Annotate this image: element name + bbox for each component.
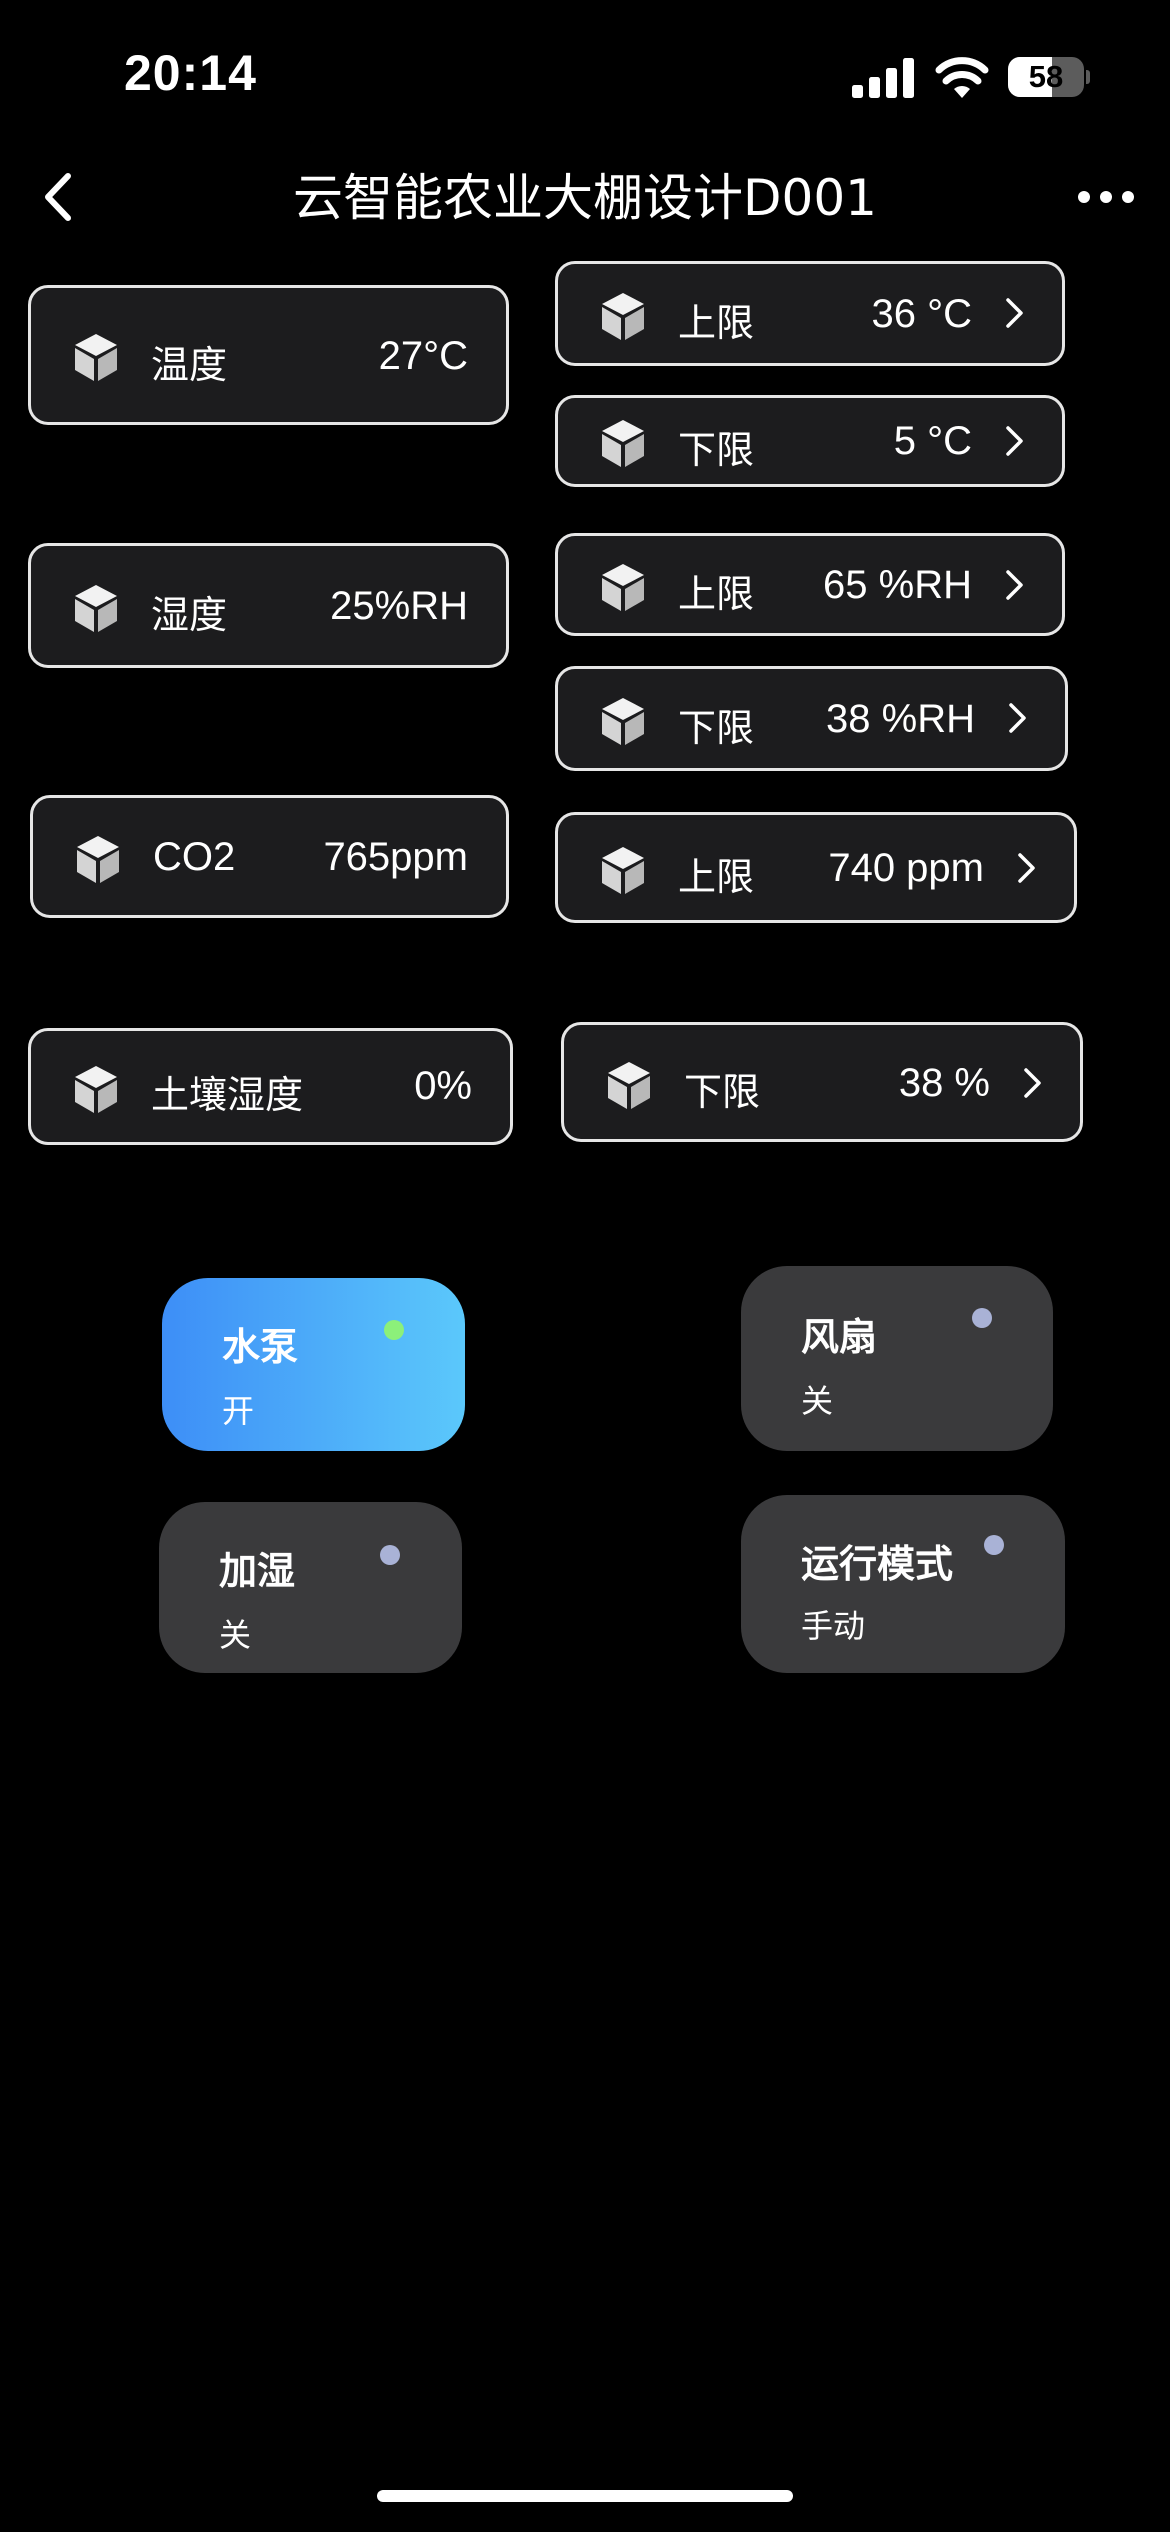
control-name: 加湿 xyxy=(219,1549,296,1593)
chevron-right-icon xyxy=(1004,568,1026,602)
cube-icon xyxy=(71,1064,121,1114)
control-name: 风扇 xyxy=(801,1315,878,1359)
temperature-upper-limit[interactable]: 上限 36 °C xyxy=(555,261,1065,366)
more-options-button[interactable] xyxy=(1078,186,1134,208)
soil-lower-limit[interactable]: 下限 38 % xyxy=(561,1022,1083,1142)
limit-value: 36 °C xyxy=(871,292,973,336)
back-button[interactable] xyxy=(36,168,84,226)
home-indicator[interactable] xyxy=(377,2490,793,2502)
soil-moisture-card: 土壤湿度 0% xyxy=(28,1028,513,1145)
status-dot xyxy=(972,1308,992,1328)
cube-icon xyxy=(598,696,648,746)
battery-percentage: 58 xyxy=(1028,59,1064,94)
control-name: 运行模式 xyxy=(801,1542,954,1586)
humidifier-toggle[interactable]: 加湿 关 xyxy=(159,1502,462,1673)
control-state: 开 xyxy=(222,1392,255,1430)
cube-icon xyxy=(73,834,123,884)
temperature-card: 温度 27°C xyxy=(28,285,509,425)
sensor-value: 25%RH xyxy=(330,584,468,628)
co2-upper-limit[interactable]: 上限 740 ppm xyxy=(555,812,1077,923)
wifi-icon xyxy=(935,57,989,98)
co2-card: CO2 765ppm xyxy=(30,795,509,918)
humidity-lower-limit[interactable]: 下限 38 %RH xyxy=(555,666,1068,771)
cube-icon xyxy=(598,291,648,341)
page-title: 云智能农业大棚设计D001 xyxy=(293,169,877,227)
limit-value: 38 % xyxy=(898,1061,990,1105)
limit-label: 上限 xyxy=(678,301,755,345)
sensor-label: 温度 xyxy=(151,343,228,387)
cube-icon xyxy=(598,418,648,468)
cube-icon xyxy=(598,845,648,895)
chevron-right-icon xyxy=(1004,424,1026,458)
run-mode-toggle[interactable]: 运行模式 手动 xyxy=(741,1495,1065,1673)
status-dot xyxy=(380,1545,400,1565)
limit-value: 740 ppm xyxy=(828,846,984,890)
chevron-right-icon xyxy=(1022,1066,1044,1100)
chevron-right-icon xyxy=(1016,851,1038,885)
limit-label: 上限 xyxy=(678,855,755,899)
chevron-right-icon xyxy=(1004,296,1026,330)
limit-value: 38 %RH xyxy=(826,697,975,741)
sensor-label: 湿度 xyxy=(151,593,228,637)
humidity-upper-limit[interactable]: 上限 65 %RH xyxy=(555,533,1065,636)
status-dot xyxy=(384,1320,404,1340)
cube-icon xyxy=(71,583,121,633)
cube-icon xyxy=(604,1060,654,1110)
cube-icon xyxy=(598,562,648,612)
battery-icon: 58 xyxy=(1008,57,1090,97)
control-name: 水泵 xyxy=(222,1325,299,1369)
control-state: 手动 xyxy=(801,1607,866,1645)
humidity-card: 湿度 25%RH xyxy=(28,543,509,668)
limit-label: 下限 xyxy=(684,1070,761,1114)
limit-value: 65 %RH xyxy=(823,563,972,607)
sensor-label: 土壤湿度 xyxy=(151,1073,304,1117)
limit-label: 下限 xyxy=(678,428,755,472)
control-state: 关 xyxy=(219,1616,252,1654)
sensor-value: 0% xyxy=(414,1064,472,1108)
limit-label: 下限 xyxy=(678,706,755,750)
cellular-signal-icon xyxy=(852,58,914,98)
temperature-lower-limit[interactable]: 下限 5 °C xyxy=(555,395,1065,487)
more-icon xyxy=(1078,191,1090,203)
status-time: 20:14 xyxy=(124,45,257,101)
limit-label: 上限 xyxy=(678,572,755,616)
status-dot xyxy=(984,1535,1004,1555)
limit-value: 5 °C xyxy=(893,419,972,463)
chevron-right-icon xyxy=(1007,701,1029,735)
sensor-value: 27°C xyxy=(378,334,468,378)
fan-toggle[interactable]: 风扇 关 xyxy=(741,1266,1053,1451)
sensor-value: 765ppm xyxy=(323,835,468,879)
control-state: 关 xyxy=(801,1382,834,1420)
sensor-label: CO2 xyxy=(153,835,236,879)
pump-toggle[interactable]: 水泵 开 xyxy=(162,1278,465,1451)
cube-icon xyxy=(71,332,121,382)
